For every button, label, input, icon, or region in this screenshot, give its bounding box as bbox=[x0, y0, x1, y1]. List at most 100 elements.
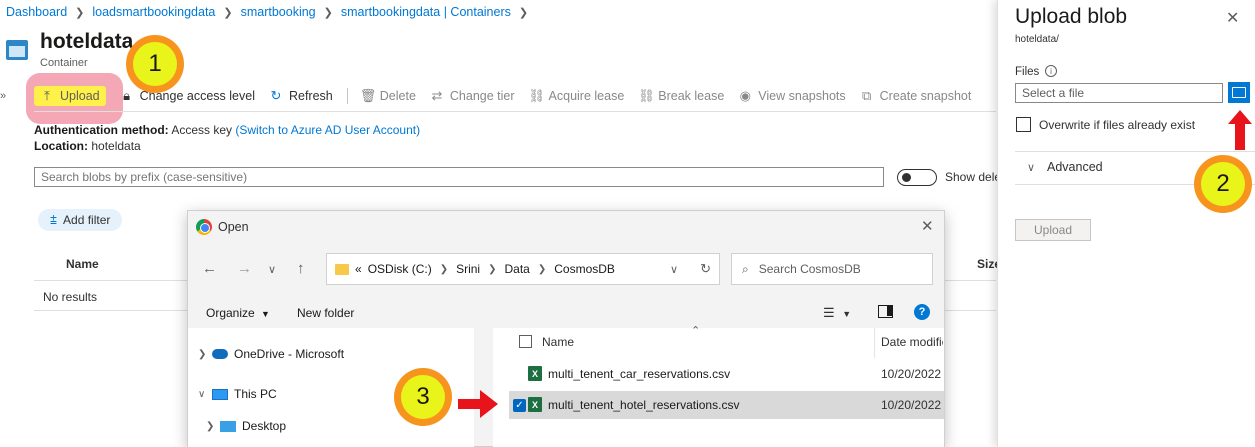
column-header-name[interactable]: Name bbox=[66, 257, 99, 271]
breadcrumb-storage-account[interactable]: loadsmartbookingdata bbox=[92, 5, 215, 19]
chevron-right-icon: ❯ bbox=[537, 263, 547, 275]
close-icon[interactable]: ✕ bbox=[921, 217, 934, 235]
file-column-name[interactable]: Name bbox=[542, 335, 574, 349]
path-segment[interactable]: CosmosDB bbox=[554, 262, 615, 276]
browse-folder-button[interactable] bbox=[1228, 82, 1250, 103]
change-access-level-button[interactable]: 🔒︎ Change access level bbox=[120, 88, 255, 104]
change-tier-button[interactable]: ⇄ Change tier bbox=[430, 88, 514, 104]
create-snapshot-button[interactable]: ⧉ Create snapshot bbox=[860, 88, 971, 104]
refresh-button[interactable]: ↻ Refresh bbox=[269, 88, 333, 104]
overwrite-label: Overwrite if files already exist bbox=[1039, 118, 1196, 132]
chevron-right-icon: ❯ bbox=[323, 6, 333, 19]
file-select-input[interactable]: Select a file bbox=[1015, 83, 1223, 103]
filter-add-icon: ⩲ bbox=[50, 212, 58, 227]
chevron-down-icon[interactable]: ∨ bbox=[1027, 161, 1035, 174]
step-number: 1 bbox=[133, 42, 177, 86]
chevron-right-icon[interactable]: ❯ bbox=[206, 421, 220, 432]
preview-pane-icon[interactable] bbox=[878, 305, 893, 318]
forward-arrow-icon[interactable]: → bbox=[237, 260, 252, 277]
step-callout-2: 2 bbox=[1194, 155, 1252, 213]
view-options-icon[interactable]: ☰ ▼ bbox=[823, 305, 851, 321]
address-bar[interactable]: « OSDisk (C:) ❯ Srini ❯ Data ❯ CosmosDB … bbox=[326, 253, 720, 285]
breadcrumb-dashboard[interactable]: Dashboard bbox=[6, 5, 67, 19]
add-filter-button[interactable]: ⩲ Add filter bbox=[38, 209, 123, 231]
files-label: Files bbox=[1015, 66, 1040, 78]
upload-button[interactable]: ⤒ Upload bbox=[34, 86, 106, 106]
page-subtitle: Container bbox=[40, 57, 88, 69]
link-icon: ⛓︎ bbox=[528, 88, 546, 103]
nav-item-this-pc[interactable]: ∨ This PC bbox=[198, 387, 277, 401]
chevron-right-icon: ❯ bbox=[518, 6, 529, 19]
view-snapshots-button[interactable]: ◉ View snapshots bbox=[738, 88, 846, 104]
nav-item-onedrive[interactable]: ❯ OneDrive - Microsoft bbox=[198, 347, 344, 361]
row-checkbox-checked[interactable]: ✓ bbox=[513, 399, 526, 412]
acquire-lease-label: Acquire lease bbox=[548, 89, 625, 103]
close-icon[interactable]: ✕ bbox=[1226, 8, 1239, 28]
delete-label: Delete bbox=[379, 89, 416, 103]
column-header-size[interactable]: Size bbox=[977, 257, 997, 271]
caret-down-icon: ▼ bbox=[261, 309, 270, 319]
location-info: Location: hoteldata bbox=[34, 139, 141, 153]
lock-icon: 🔒︎ bbox=[123, 88, 131, 103]
advanced-section-toggle[interactable]: Advanced bbox=[1047, 160, 1103, 174]
breadcrumb-containers[interactable]: smartbookingdata | Containers bbox=[341, 5, 511, 19]
recent-locations-icon[interactable]: ∨ bbox=[268, 263, 276, 276]
organize-menu[interactable]: Organize ▼ bbox=[206, 306, 270, 320]
panel-title: Upload blob bbox=[1015, 5, 1128, 28]
break-lease-button[interactable]: ⛓︎ Break lease bbox=[638, 88, 724, 104]
collapse-menu-icon[interactable]: » bbox=[0, 90, 6, 102]
up-arrow-icon[interactable]: ↑ bbox=[297, 260, 305, 277]
refresh-icon[interactable]: ↻ bbox=[700, 261, 711, 277]
chevron-right-icon[interactable]: ❯ bbox=[198, 349, 212, 360]
chevron-down-icon[interactable]: ∨ bbox=[670, 263, 678, 276]
chrome-icon bbox=[196, 219, 212, 235]
show-deleted-toggle[interactable] bbox=[897, 169, 937, 186]
overwrite-checkbox[interactable] bbox=[1016, 117, 1031, 132]
chevron-right-icon: ❯ bbox=[75, 6, 85, 19]
file-name: multi_tenent_hotel_reservations.csv bbox=[548, 398, 740, 412]
eye-icon: ◉ bbox=[739, 88, 751, 103]
toolbar-divider bbox=[34, 111, 996, 112]
file-row[interactable]: X multi_tenent_car_reservations.csv 10/2… bbox=[509, 360, 944, 388]
path-segment[interactable]: OSDisk (C:) bbox=[368, 262, 432, 276]
help-icon[interactable]: ? bbox=[914, 304, 930, 320]
switch-auth-link[interactable]: (Switch to Azure AD User Account) bbox=[235, 123, 420, 137]
info-icon[interactable]: i bbox=[1045, 65, 1057, 77]
step-number: 2 bbox=[1201, 162, 1245, 206]
acquire-lease-button[interactable]: ⛓︎ Acquire lease bbox=[529, 88, 625, 104]
path-segment[interactable]: Data bbox=[504, 262, 529, 276]
search-blobs-input[interactable] bbox=[34, 167, 884, 187]
chevron-down-icon[interactable]: ∨ bbox=[198, 389, 212, 400]
excel-file-icon: X bbox=[528, 366, 542, 381]
page-title: hoteldata bbox=[40, 30, 134, 53]
path-overflow[interactable]: « bbox=[355, 262, 362, 276]
folder-icon bbox=[335, 263, 349, 275]
dialog-title: Open bbox=[218, 220, 249, 234]
empty-state: No results bbox=[43, 290, 98, 304]
file-row-selected[interactable]: ✓ X multi_tenent_hotel_reservations.csv … bbox=[509, 391, 944, 419]
computer-icon bbox=[212, 388, 228, 400]
red-arrow-up-icon bbox=[1228, 110, 1252, 150]
path-segment[interactable]: Srini bbox=[456, 262, 480, 276]
column-divider bbox=[874, 328, 875, 358]
nav-item-label: Desktop bbox=[242, 419, 287, 433]
select-all-checkbox[interactable] bbox=[519, 335, 532, 348]
panel-upload-button[interactable]: Upload bbox=[1015, 219, 1091, 241]
file-column-date[interactable]: Date modified bbox=[881, 335, 943, 349]
dialog-search-input[interactable]: ⌕ Search CosmosDB bbox=[731, 253, 933, 285]
nav-item-desktop[interactable]: ❯ Desktop bbox=[206, 419, 286, 433]
onedrive-icon bbox=[212, 349, 228, 359]
panel-divider bbox=[1015, 151, 1255, 152]
upload-icon: ⤒ bbox=[44, 88, 50, 103]
auth-method: Authentication method: Access key (Switc… bbox=[34, 123, 420, 137]
back-arrow-icon[interactable]: ← bbox=[202, 260, 217, 277]
search-icon: ⌕ bbox=[742, 261, 749, 276]
chevron-right-icon: ❯ bbox=[488, 263, 497, 275]
file-date: 10/20/2022 1 bbox=[881, 398, 943, 412]
toolbar: ⤒ Upload 🔒︎ Change access level ↻ Refres… bbox=[34, 85, 985, 107]
add-filter-label: Add filter bbox=[63, 213, 111, 227]
new-folder-button[interactable]: New folder bbox=[297, 306, 354, 320]
step-callout-3: 3 bbox=[394, 368, 452, 426]
breadcrumb-smartbooking[interactable]: smartbooking bbox=[241, 5, 316, 19]
delete-button[interactable]: 🗑︎ Delete bbox=[360, 88, 416, 104]
